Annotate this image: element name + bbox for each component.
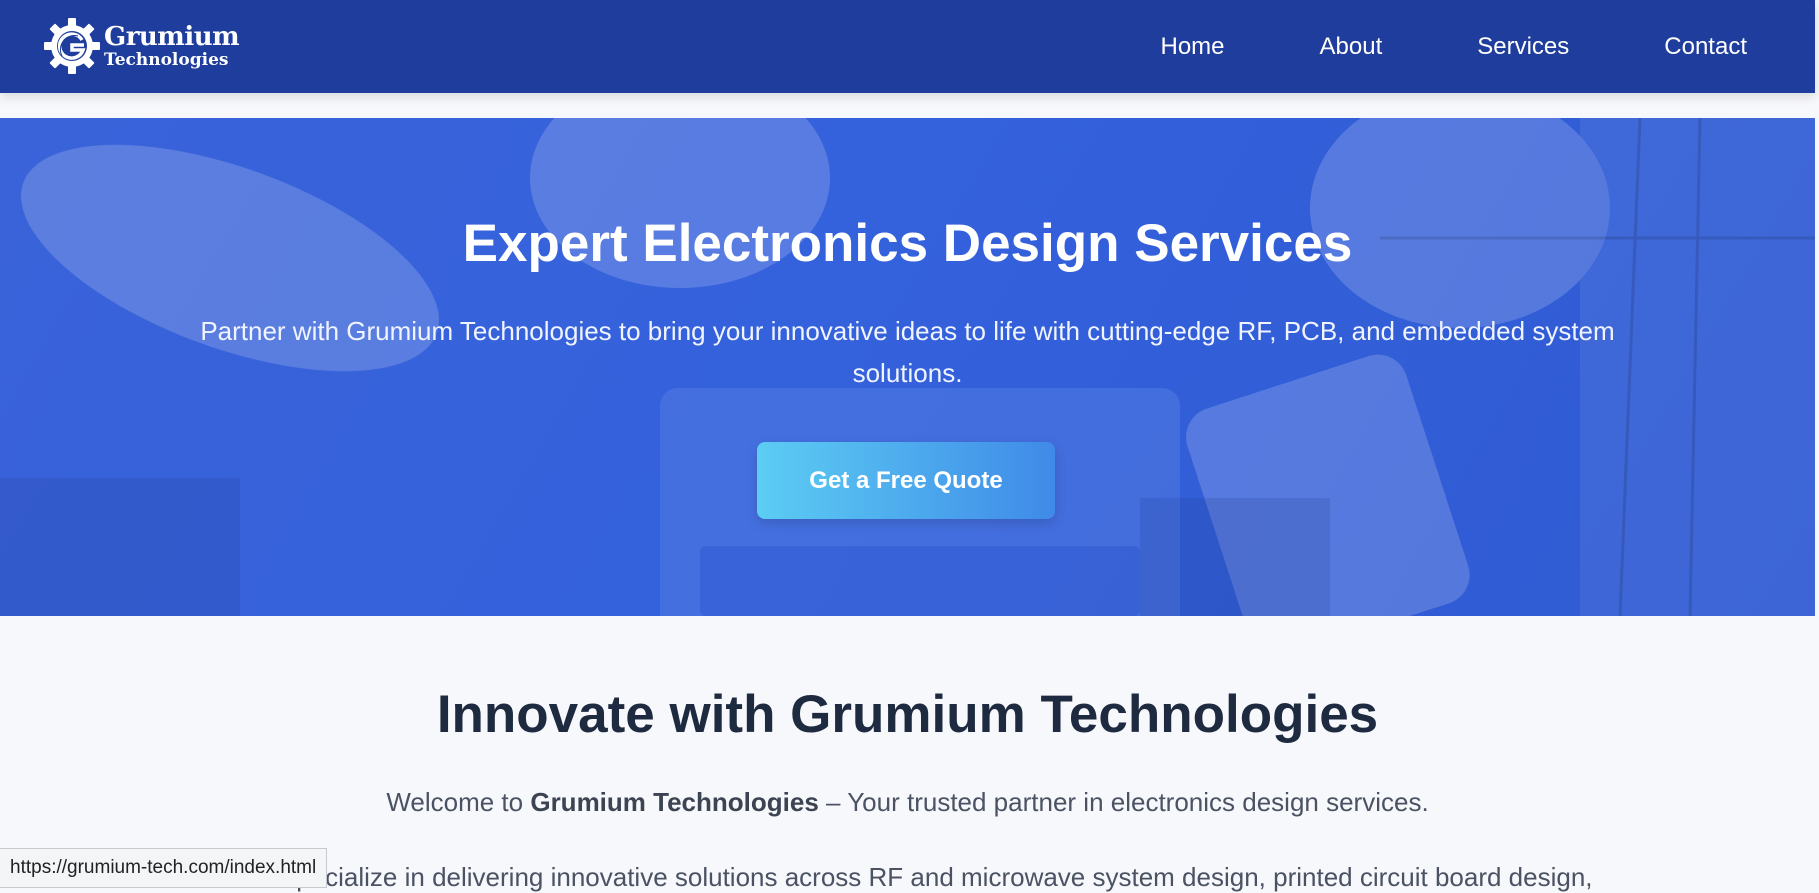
- welcome-brand: Grumium Technologies: [530, 787, 819, 817]
- nav-link-services[interactable]: Services: [1477, 33, 1569, 61]
- welcome-prefix: Welcome to: [386, 787, 531, 817]
- hero-subtitle: Partner with Grumium Technologies to bri…: [200, 316, 1615, 388]
- get-free-quote-button[interactable]: Get a Free Quote: [757, 442, 1055, 519]
- nav-link-about[interactable]: About: [1320, 33, 1383, 61]
- brand-logo[interactable]: Grumium Technologies: [42, 14, 240, 78]
- site-header: Grumium Technologies Home About Services…: [0, 0, 1815, 93]
- welcome-suffix: – Your trusted partner in electronics de…: [818, 787, 1429, 817]
- intro-welcome-text: Welcome to Grumium Technologies – Your t…: [0, 787, 1815, 818]
- hero-title: Expert Electronics Design Services: [462, 214, 1353, 273]
- intro-paragraph: We specialize in delivering innovative s…: [237, 862, 1593, 892]
- logo-tagline: Technologies: [104, 49, 229, 70]
- intro-heading: Innovate with Grumium Technologies: [436, 685, 1379, 744]
- nav-link-home[interactable]: Home: [1161, 33, 1225, 61]
- logo-wordmark: Grumium: [104, 21, 240, 52]
- main-nav: Home About Services Contact: [1066, 0, 1748, 93]
- nav-link-contact[interactable]: Contact: [1664, 33, 1747, 61]
- gear-g-logo-icon: [44, 18, 100, 74]
- hero-section: Expert Electronics Design Services Partn…: [0, 118, 1815, 616]
- link-preview-status-bar: https://grumium-tech.com/index.html: [0, 848, 328, 888]
